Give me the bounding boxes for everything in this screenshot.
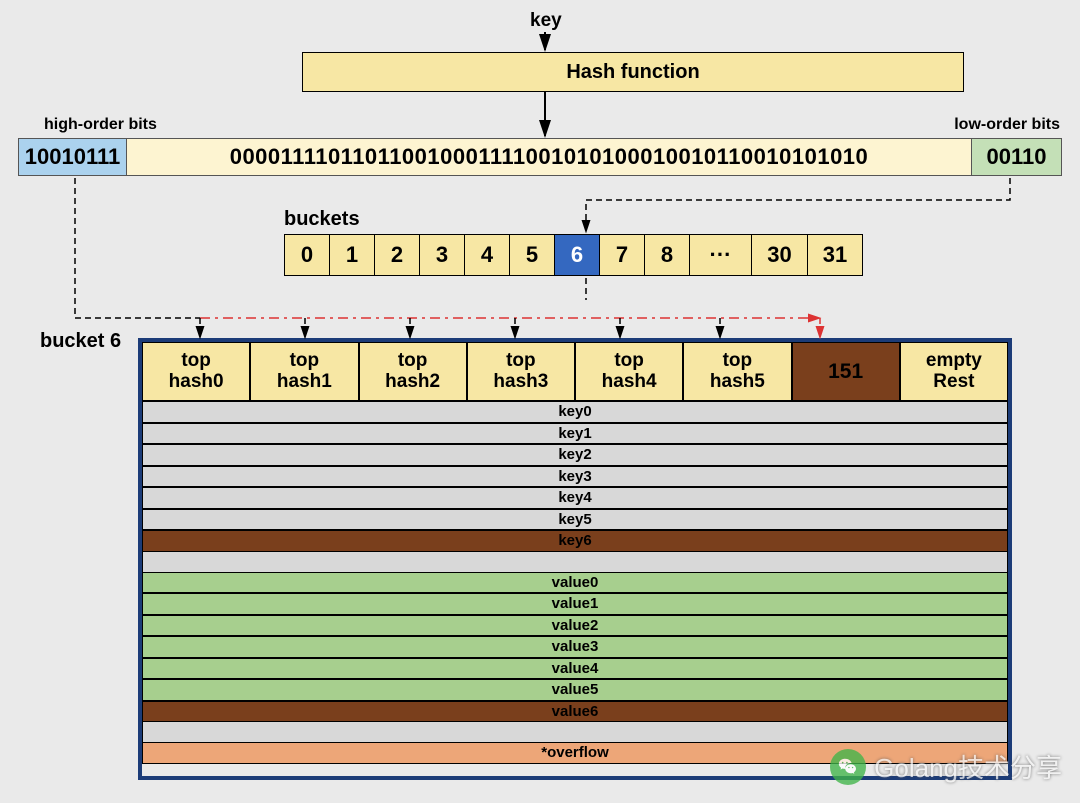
bucket-7: 7 [599,234,644,276]
tophash-4: tophash4 [575,342,683,401]
tophash-3: tophash3 [467,342,575,401]
bucket-1: 1 [329,234,374,276]
high-order-label: high-order bits [44,116,157,134]
key-row-2: key2 [142,444,1008,466]
bucket-···: ··· [689,234,751,276]
high-bits: 10010111 [19,139,127,175]
tophash-0: tophash0 [142,342,250,401]
bucket-31: 31 [807,234,863,276]
tophash-6: 151 [792,342,900,401]
bucket-5: 5 [509,234,554,276]
tophash-1: tophash1 [250,342,358,401]
value-rows: value0value1value2value3value4value5valu… [142,572,1008,723]
buckets-row: 012345678···3031 [284,234,863,276]
tophash-7: emptyRest [900,342,1008,401]
low-bits: 00110 [971,139,1061,175]
bucket6-label: bucket 6 [40,330,121,353]
key-row-6: key6 [142,530,1008,552]
tophash-5: tophash5 [683,342,791,401]
watermark: Golang技术分享 [830,748,1062,785]
buckets-label: buckets [284,208,360,231]
value-row-3: value3 [142,636,1008,658]
bucket-3: 3 [419,234,464,276]
spacer [142,552,1008,572]
tophash-row: tophash0tophash1tophash2tophash3tophash4… [142,342,1008,401]
key-label: key [530,10,562,32]
key-row-5: key5 [142,509,1008,531]
value-row-4: value4 [142,658,1008,680]
bucket-30: 30 [751,234,807,276]
key-rows: key0key1key2key3key4key5key6 [142,401,1008,552]
value-row-1: value1 [142,593,1008,615]
hash-function-box: Hash function [302,52,964,92]
watermark-text: Golang技术分享 [874,748,1062,785]
value-row-5: value5 [142,679,1008,701]
bucket-6: 6 [554,234,599,276]
bucket-8: 8 [644,234,689,276]
mid-bits: 0000111101101100100011110010101000100101… [127,139,971,175]
bucket-0: 0 [284,234,329,276]
wechat-icon [830,749,866,785]
key-row-0: key0 [142,401,1008,423]
value-row-0: value0 [142,572,1008,594]
bucket-4: 4 [464,234,509,276]
spacer2 [142,722,1008,742]
hash-bits-row: 10010111 0000111101101100100011110010101… [18,138,1062,176]
tophash-2: tophash2 [359,342,467,401]
bucket-2: 2 [374,234,419,276]
key-row-1: key1 [142,423,1008,445]
key-row-3: key3 [142,466,1008,488]
key-row-4: key4 [142,487,1008,509]
bucket6-panel: tophash0tophash1tophash2tophash3tophash4… [138,338,1012,780]
low-order-label: low-order bits [954,116,1060,134]
value-row-2: value2 [142,615,1008,637]
value-row-6: value6 [142,701,1008,723]
